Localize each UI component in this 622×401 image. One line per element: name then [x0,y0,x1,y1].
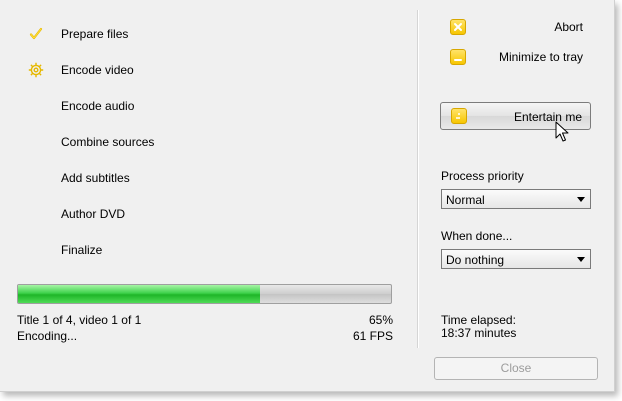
priority-value: Normal [446,193,485,207]
minimize-icon [450,49,466,65]
mouse-cursor-icon [555,121,569,142]
when-done-value: Do nothing [446,253,505,267]
title-info: Title 1 of 4, video 1 of 1 [17,313,142,327]
dialog-window: Prepare files Encode video Encode audio … [0,0,615,392]
step-encode-audio: Encode audio [20,97,320,117]
step-label: Finalize [61,243,103,257]
step-label: Prepare files [61,27,129,41]
step-combine-sources: Combine sources [20,133,320,153]
minimize-to-tray-button[interactable]: Minimize to tray [448,46,588,68]
when-done-label: When done... [441,229,513,243]
chevron-down-icon [577,197,585,202]
game-icon [451,108,467,124]
step-encode-video: Encode video [20,61,320,81]
priority-select[interactable]: Normal [441,189,591,209]
step-label: Encode audio [61,99,135,113]
close-button[interactable]: Close [434,357,598,380]
abort-label: Abort [554,20,583,34]
step-label: Author DVD [61,207,126,221]
step-label: Add subtitles [61,171,130,185]
step-label: Combine sources [61,135,155,149]
step-label: Encode video [61,63,134,77]
minimize-label: Minimize to tray [498,50,583,64]
progress-bar [17,284,392,304]
abort-button[interactable]: Abort [448,16,588,38]
step-author-dvd: Author DVD [20,205,320,225]
fps-readout: 61 FPS [352,329,393,343]
step-prepare-files: Prepare files [20,25,320,45]
progress-fill [18,285,261,303]
checkmark-icon [28,26,44,42]
time-elapsed-label: Time elapsed: [441,313,516,327]
close-icon [450,19,466,35]
when-done-select[interactable]: Do nothing [441,249,591,269]
progress-percent: 65% [368,313,393,327]
gear-icon [28,62,44,78]
step-finalize: Finalize [20,241,320,261]
chevron-down-icon [577,257,585,262]
status-text: Encoding... [17,329,78,343]
time-elapsed-value: 18:37 minutes [441,326,517,340]
column-divider [417,10,418,348]
priority-label: Process priority [441,169,524,183]
step-add-subtitles: Add subtitles [20,169,320,189]
entertain-label: Entertain me [513,110,582,124]
